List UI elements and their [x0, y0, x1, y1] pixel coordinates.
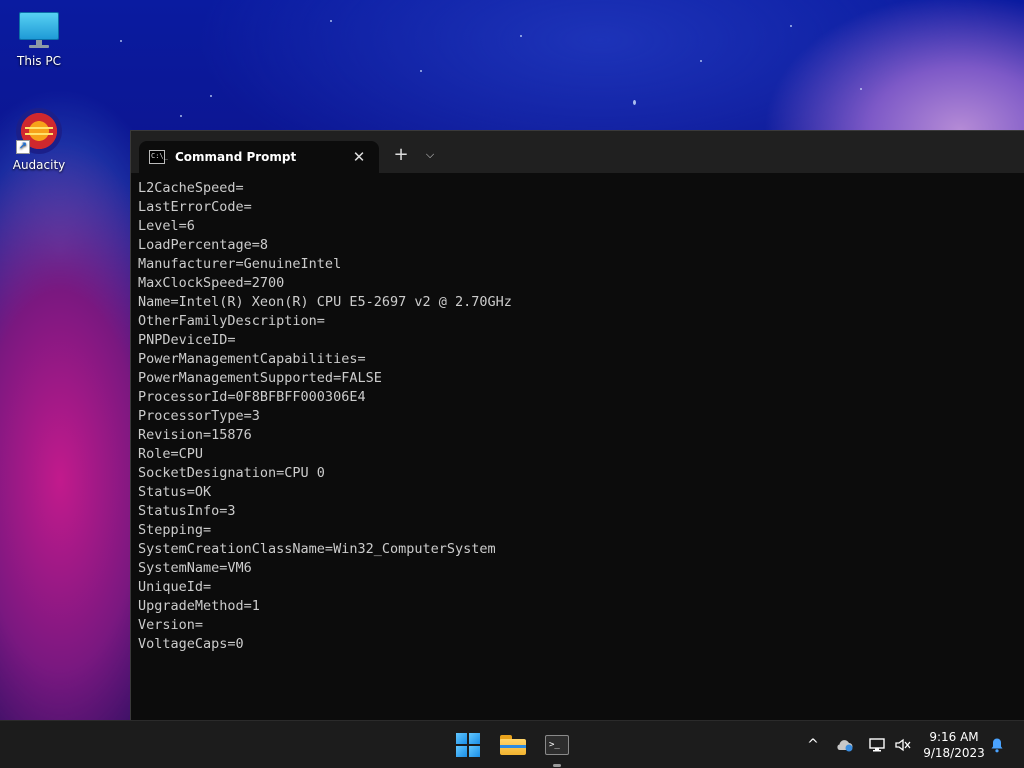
- cloud-icon: [837, 740, 853, 752]
- console-line: PowerManagementSupported=FALSE: [138, 370, 382, 386]
- console-line: Stepping=: [138, 522, 212, 538]
- new-tab-button[interactable]: +: [389, 143, 413, 167]
- shortcut-arrow-icon: ↗: [16, 140, 30, 154]
- tab-dropdown-button[interactable]: ⌵: [419, 143, 441, 167]
- desktop-icon-audacity[interactable]: ↗ Audacity: [4, 108, 74, 172]
- console-line: SystemName=VM6: [138, 560, 252, 576]
- tab-command-prompt[interactable]: C:\_ Command Prompt ✕: [139, 141, 379, 173]
- audacity-icon: ↗: [16, 108, 62, 154]
- console-line: Version=: [138, 617, 204, 633]
- onedrive-tray-button[interactable]: [834, 721, 856, 768]
- start-button[interactable]: [452, 729, 484, 761]
- console-line: LoadPercentage=8: [138, 237, 269, 253]
- console-line: ProcessorType=3: [138, 408, 260, 424]
- speaker-muted-icon: [895, 738, 911, 752]
- console-line: SocketDesignation=CPU 0: [138, 465, 325, 481]
- console-line: StatusInfo=3: [138, 503, 236, 519]
- console-line: PowerManagementCapabilities=: [138, 351, 366, 367]
- console-line: ProcessorId=0F8BFBFF000306E4: [138, 389, 366, 405]
- desktop-icon-label: This PC: [17, 54, 61, 68]
- taskbar: >_ ^ 9:16 AM 9/18/2023: [0, 720, 1024, 768]
- console-line: UpgradeMethod=1: [138, 598, 260, 614]
- file-explorer-icon: [500, 735, 526, 755]
- network-tray-button[interactable]: [866, 721, 888, 768]
- active-app-indicator: [553, 764, 561, 767]
- console-line: Role=CPU: [138, 446, 204, 462]
- show-hidden-icons-button[interactable]: ^: [802, 721, 824, 768]
- console-line: Revision=15876: [138, 427, 252, 443]
- console-line: Manufacturer=GenuineIntel: [138, 256, 342, 272]
- console-line: Level=6: [138, 218, 195, 234]
- console-line: UniqueId=: [138, 579, 212, 595]
- console-line: Status=OK: [138, 484, 212, 500]
- terminal-icon: >_: [545, 735, 569, 755]
- desktop-icon-label: Audacity: [12, 158, 66, 172]
- windows-start-icon: [456, 733, 480, 757]
- console-line: Name=Intel(R) Xeon(R) CPU E5-2697 v2 @ 2…: [138, 294, 512, 310]
- desktop-icon-this-pc[interactable]: This PC: [4, 10, 74, 68]
- terminal-taskbar-button[interactable]: >_: [541, 729, 573, 761]
- notifications-button[interactable]: [986, 721, 1008, 768]
- file-explorer-button[interactable]: [497, 729, 529, 761]
- console-line: SystemCreationClassName=Win32_ComputerSy…: [138, 541, 496, 557]
- console-line: MaxClockSpeed=2700: [138, 275, 285, 291]
- console-line: OtherFamilyDescription=: [138, 313, 325, 329]
- title-bar[interactable]: C:\_ Command Prompt ✕ + ⌵: [131, 131, 1024, 173]
- chevron-up-icon: ^: [807, 737, 819, 753]
- console-line: VoltageCaps=0: [138, 636, 244, 652]
- network-icon: [869, 738, 885, 752]
- console-line: LastErrorCode=: [138, 199, 252, 215]
- clock[interactable]: 9:16 AM 9/18/2023: [918, 729, 990, 761]
- terminal-window[interactable]: C:\_ Command Prompt ✕ + ⌵ L2CacheSpeed= L…: [130, 130, 1024, 720]
- computer-icon: [17, 10, 61, 50]
- console-output[interactable]: L2CacheSpeed= LastErrorCode= Level=6 LoadPe…: [138, 179, 1014, 720]
- volume-tray-button[interactable]: [892, 721, 914, 768]
- console-line: L2CacheSpeed=: [138, 180, 244, 196]
- close-tab-button[interactable]: ✕: [349, 148, 369, 166]
- clock-date: 9/18/2023: [923, 746, 985, 760]
- tab-title: Command Prompt: [175, 150, 297, 164]
- bell-icon: [991, 738, 1003, 753]
- command-prompt-icon: C:\_: [149, 150, 168, 164]
- console-line: PNPDeviceID=: [138, 332, 236, 348]
- clock-time: 9:16 AM: [929, 730, 979, 744]
